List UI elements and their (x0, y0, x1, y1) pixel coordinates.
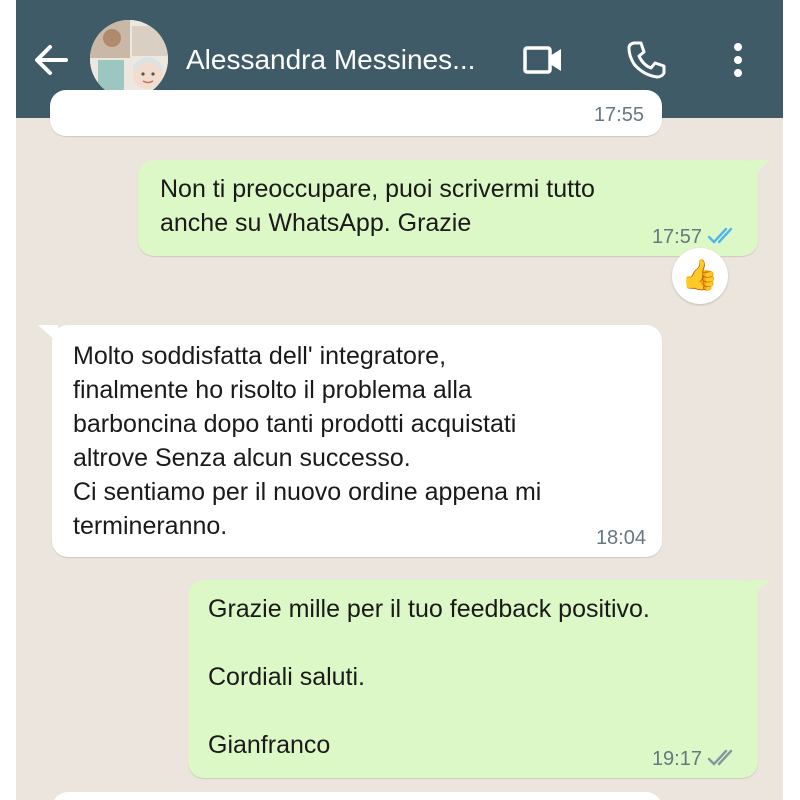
message-time: 17:55 (593, 104, 644, 126)
message-text: Grazie mille per il tuo feedback positiv… (208, 595, 650, 759)
message-bubble-outgoing[interactable]: Grazie mille per il tuo feedback positiv… (188, 580, 758, 778)
message-bubble-incoming[interactable]: Molto soddisfatta dell' integratore, fin… (52, 325, 662, 557)
message-bubble-outgoing[interactable]: Non ti preoccupare, puoi scrivermi tutto… (138, 160, 758, 256)
thumbs-up-icon: 👍 (681, 259, 719, 292)
voice-call-button[interactable] (624, 38, 668, 82)
chat-screen: Alessandra Messines... 17:55 Non ti preo… (16, 0, 783, 800)
videocam-icon (523, 46, 561, 74)
message-time: 19:17 (651, 748, 702, 770)
contact-name[interactable]: Alessandra Messines... (186, 42, 506, 78)
arrow-left-icon (35, 45, 68, 75)
reaction-badge[interactable]: 👍 (672, 248, 728, 304)
message-text: Molto soddisfatta dell' integratore, fin… (73, 342, 542, 540)
message-time: 17:57 (651, 226, 702, 248)
more-vert-icon (734, 43, 742, 77)
video-call-button[interactable] (521, 38, 565, 82)
contact-avatar[interactable] (90, 20, 168, 98)
read-ticks-icon (707, 227, 733, 244)
message-bubble-incoming[interactable]: 17:55 (50, 90, 662, 136)
more-options-button[interactable] (716, 38, 760, 82)
message-bubble-incoming[interactable] (52, 792, 662, 800)
message-time: 18:04 (595, 527, 646, 549)
delivered-ticks-icon (707, 749, 733, 766)
message-text: Non ti preoccupare, puoi scrivermi tutto… (160, 175, 595, 237)
back-button[interactable] (30, 38, 74, 82)
phone-icon (627, 41, 666, 79)
